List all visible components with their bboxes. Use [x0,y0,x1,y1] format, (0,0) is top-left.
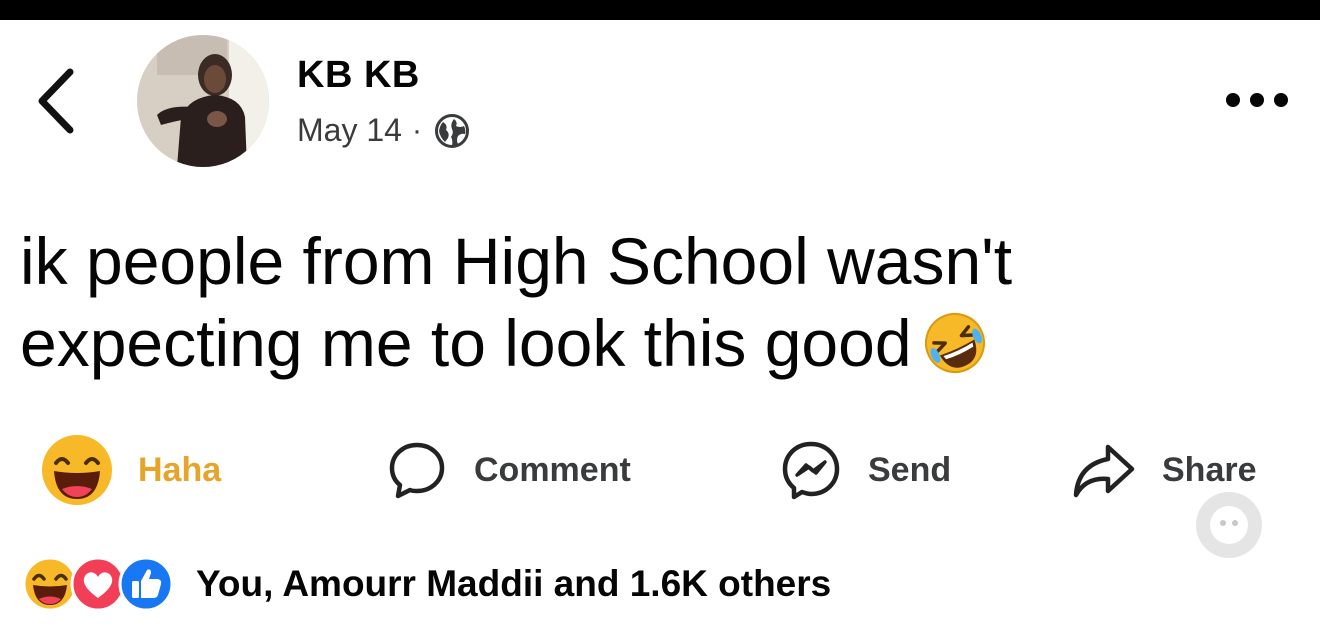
share-arrow-icon [1073,444,1135,498]
dot-icon [1226,93,1240,107]
messenger-icon [782,441,840,500]
share-label: Share [1162,450,1257,489]
post-text-line: expecting me to look this good [20,306,912,380]
haha-label: Haha [138,450,222,489]
send-label: Send [868,450,952,489]
more-options-button[interactable] [1226,86,1298,114]
post-text-line-2: expecting me to look this good [20,302,1290,384]
reactors-text[interactable]: You, Amourr Maddii and 1.6K others [196,563,831,605]
chat-face-icon [1210,506,1248,544]
floating-chat-button[interactable] [1196,492,1262,558]
rolling-laughing-emoji-icon [922,310,988,376]
post-text: ik people from High School wasn't expect… [20,220,1290,384]
meta-separator: · [411,113,422,147]
comment-label: Comment [474,450,631,489]
haha-emoji-icon [42,435,112,505]
dot-icon [1274,93,1288,107]
post-date[interactable]: May 14 [297,112,402,149]
comment-icon [389,442,445,499]
avatar[interactable] [137,35,269,167]
dot-icon [1250,93,1264,107]
back-button[interactable] [30,66,82,136]
reaction-icons [22,556,178,612]
profile-photo [137,35,269,167]
author-name[interactable]: KB KB [297,54,420,97]
send-button[interactable]: Send [780,428,951,512]
globe-icon [434,113,470,149]
status-bar [0,0,1320,20]
comment-button[interactable]: Comment [386,428,631,512]
chevron-left-icon [38,68,74,134]
like-reaction-icon [118,556,174,612]
reactions-summary[interactable]: You, Amourr Maddii and 1.6K others [22,556,831,612]
haha-reaction-button[interactable]: Haha [40,428,221,512]
post-meta: May 14 · [297,112,470,149]
post-text-line: ik people from High School wasn't [20,224,1013,298]
action-bar: Haha Comment Send Share [0,428,1320,512]
